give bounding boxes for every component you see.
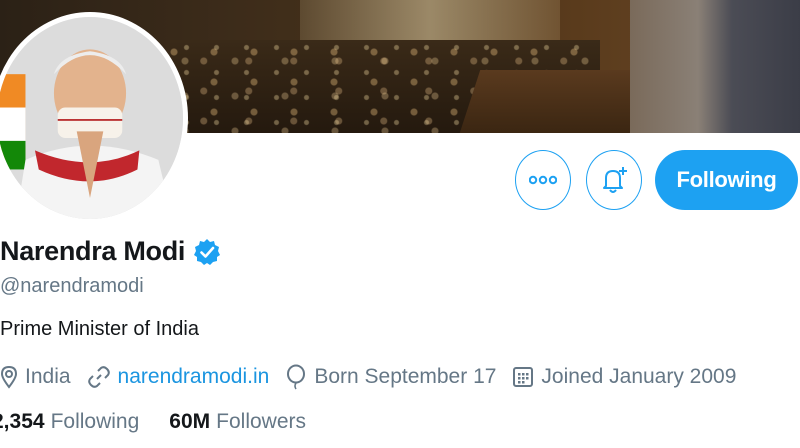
location-text: India	[25, 365, 71, 388]
banner-lights	[300, 0, 560, 40]
profile-bio: Prime Minister of India	[0, 318, 199, 340]
birthday-balloon-icon	[287, 364, 306, 390]
profile-stats: 2,354 Following 60M Followers	[0, 410, 336, 434]
notification-bell-icon	[603, 167, 627, 193]
profile-handle: @narendramodi	[0, 275, 144, 297]
following-label[interactable]: Following	[51, 410, 140, 434]
profile-name: Narendra Modi	[0, 236, 186, 266]
followers-label[interactable]: Followers	[216, 410, 306, 434]
website-link[interactable]: narendramodi.in	[118, 365, 270, 389]
profile-location: India	[0, 365, 71, 389]
following-count[interactable]: 2,354	[0, 410, 45, 434]
followers-count[interactable]: 60M	[169, 410, 210, 434]
profile-avatar[interactable]	[0, 12, 188, 224]
notifications-button[interactable]	[586, 150, 642, 210]
profile-name-row: Narendra Modi	[0, 236, 221, 267]
banner-podium	[459, 70, 651, 133]
birthday-text: Born September 17	[314, 365, 497, 388]
more-icon	[529, 175, 557, 185]
profile-joined: Joined January 2009	[512, 365, 736, 389]
profile-website[interactable]: narendramodi.in	[87, 365, 270, 389]
link-icon	[87, 366, 110, 388]
profile-meta: India narendramodi.in Born September 17 …	[0, 364, 752, 390]
calendar-icon	[513, 367, 534, 387]
profile-birthday: Born September 17	[285, 364, 496, 390]
banner-speaker	[630, 0, 800, 133]
following-button[interactable]: Following	[655, 150, 798, 210]
more-options-button[interactable]	[515, 150, 571, 210]
location-icon	[0, 365, 18, 389]
verified-badge-icon	[194, 238, 221, 265]
joined-text: Joined January 2009	[541, 365, 737, 388]
